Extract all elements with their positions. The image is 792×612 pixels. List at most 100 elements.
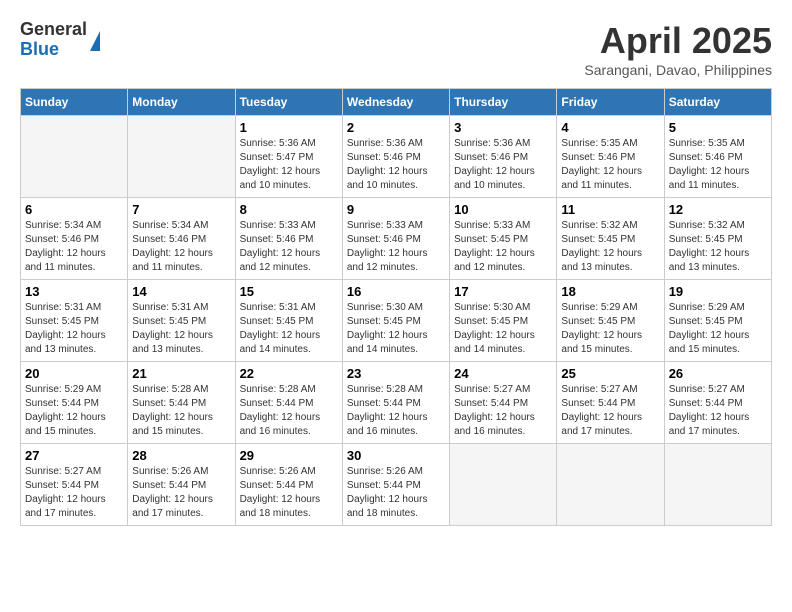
logo: General Blue <box>20 20 100 60</box>
calendar-day-header: Friday <box>557 89 664 116</box>
calendar-day-header: Saturday <box>664 89 771 116</box>
day-number: 30 <box>347 448 445 463</box>
day-number: 21 <box>132 366 230 381</box>
logo-triangle-icon <box>90 31 100 51</box>
day-number: 24 <box>454 366 552 381</box>
day-number: 16 <box>347 284 445 299</box>
calendar-cell: 15 Sunrise: 5:31 AM Sunset: 5:45 PM Dayli… <box>235 280 342 362</box>
day-info: Sunrise: 5:33 AM Sunset: 5:45 PM Dayligh… <box>454 219 552 275</box>
day-number: 2 <box>347 120 445 135</box>
day-number: 28 <box>132 448 230 463</box>
day-info: Sunrise: 5:36 AM Sunset: 5:46 PM Dayligh… <box>454 137 552 193</box>
calendar-cell: 29 Sunrise: 5:26 AM Sunset: 5:44 PM Dayli… <box>235 444 342 526</box>
page-header: General Blue April 2025 Sarangani, Davao… <box>20 20 772 78</box>
calendar-cell: 1 Sunrise: 5:36 AM Sunset: 5:47 PM Daylig… <box>235 116 342 198</box>
day-info: Sunrise: 5:29 AM Sunset: 5:45 PM Dayligh… <box>561 301 659 357</box>
day-number: 25 <box>561 366 659 381</box>
calendar-cell: 28 Sunrise: 5:26 AM Sunset: 5:44 PM Dayli… <box>128 444 235 526</box>
day-info: Sunrise: 5:28 AM Sunset: 5:44 PM Dayligh… <box>240 383 338 439</box>
day-number: 1 <box>240 120 338 135</box>
calendar-cell: 21 Sunrise: 5:28 AM Sunset: 5:44 PM Dayli… <box>128 362 235 444</box>
day-number: 22 <box>240 366 338 381</box>
day-number: 7 <box>132 202 230 217</box>
calendar-cell: 17 Sunrise: 5:30 AM Sunset: 5:45 PM Dayli… <box>450 280 557 362</box>
day-number: 15 <box>240 284 338 299</box>
day-info: Sunrise: 5:31 AM Sunset: 5:45 PM Dayligh… <box>132 301 230 357</box>
day-info: Sunrise: 5:32 AM Sunset: 5:45 PM Dayligh… <box>669 219 767 275</box>
calendar-week-row: 13Sunrise: 5:31 AM Sunset: 5:45 PM Dayli… <box>21 280 772 362</box>
calendar-cell: 20 Sunrise: 5:29 AM Sunset: 5:44 PM Dayli… <box>21 362 128 444</box>
calendar-table: SundayMondayTuesdayWednesdayThursdayFrid… <box>20 88 772 526</box>
calendar-week-row: 1 Sunrise: 5:36 AM Sunset: 5:47 PM Daylig… <box>21 116 772 198</box>
calendar-cell: 8 Sunrise: 5:33 AM Sunset: 5:46 PM Daylig… <box>235 198 342 280</box>
day-number: 20 <box>25 366 123 381</box>
calendar-day-header: Thursday <box>450 89 557 116</box>
day-number: 12 <box>669 202 767 217</box>
day-info: Sunrise: 5:30 AM Sunset: 5:45 PM Dayligh… <box>347 301 445 357</box>
day-number: 4 <box>561 120 659 135</box>
calendar-day-header: Monday <box>128 89 235 116</box>
calendar-day-header: Tuesday <box>235 89 342 116</box>
day-number: 27 <box>25 448 123 463</box>
day-info: Sunrise: 5:36 AM Sunset: 5:47 PM Dayligh… <box>240 137 338 193</box>
day-info: Sunrise: 5:33 AM Sunset: 5:46 PM Dayligh… <box>240 219 338 275</box>
calendar-day-header: Wednesday <box>342 89 449 116</box>
calendar-cell: 13Sunrise: 5:31 AM Sunset: 5:45 PM Dayli… <box>21 280 128 362</box>
calendar-cell: 12 Sunrise: 5:32 AM Sunset: 5:45 PM Dayli… <box>664 198 771 280</box>
calendar-cell: 23 Sunrise: 5:28 AM Sunset: 5:44 PM Dayli… <box>342 362 449 444</box>
day-info: Sunrise: 5:26 AM Sunset: 5:44 PM Dayligh… <box>132 465 230 521</box>
month-year-title: April 2025 <box>584 20 772 62</box>
calendar-cell: 11 Sunrise: 5:32 AM Sunset: 5:45 PM Dayli… <box>557 198 664 280</box>
calendar-cell: 7 Sunrise: 5:34 AM Sunset: 5:46 PM Daylig… <box>128 198 235 280</box>
calendar-day-header: Sunday <box>21 89 128 116</box>
day-info: Sunrise: 5:27 AM Sunset: 5:44 PM Dayligh… <box>454 383 552 439</box>
location-subtitle: Sarangani, Davao, Philippines <box>584 62 772 78</box>
calendar-cell: 22 Sunrise: 5:28 AM Sunset: 5:44 PM Dayli… <box>235 362 342 444</box>
day-info: Sunrise: 5:33 AM Sunset: 5:46 PM Dayligh… <box>347 219 445 275</box>
day-info: Sunrise: 5:26 AM Sunset: 5:44 PM Dayligh… <box>347 465 445 521</box>
day-info: Sunrise: 5:31 AM Sunset: 5:45 PM Dayligh… <box>25 301 123 357</box>
day-number: 8 <box>240 202 338 217</box>
calendar-cell: 16 Sunrise: 5:30 AM Sunset: 5:45 PM Dayli… <box>342 280 449 362</box>
day-info: Sunrise: 5:36 AM Sunset: 5:46 PM Dayligh… <box>347 137 445 193</box>
calendar-cell: 14 Sunrise: 5:31 AM Sunset: 5:45 PM Dayli… <box>128 280 235 362</box>
day-info: Sunrise: 5:32 AM Sunset: 5:45 PM Dayligh… <box>561 219 659 275</box>
day-number: 11 <box>561 202 659 217</box>
calendar-cell: 10Sunrise: 5:33 AM Sunset: 5:45 PM Dayli… <box>450 198 557 280</box>
day-info: Sunrise: 5:31 AM Sunset: 5:45 PM Dayligh… <box>240 301 338 357</box>
calendar-cell: 2 Sunrise: 5:36 AM Sunset: 5:46 PM Daylig… <box>342 116 449 198</box>
day-number: 18 <box>561 284 659 299</box>
day-number: 29 <box>240 448 338 463</box>
calendar-cell: 30 Sunrise: 5:26 AM Sunset: 5:44 PM Dayli… <box>342 444 449 526</box>
logo-general-text: General <box>20 20 87 40</box>
day-info: Sunrise: 5:30 AM Sunset: 5:45 PM Dayligh… <box>454 301 552 357</box>
calendar-cell: 19 Sunrise: 5:29 AM Sunset: 5:45 PM Dayli… <box>664 280 771 362</box>
day-info: Sunrise: 5:28 AM Sunset: 5:44 PM Dayligh… <box>132 383 230 439</box>
calendar-cell: 4Sunrise: 5:35 AM Sunset: 5:46 PM Daylig… <box>557 116 664 198</box>
day-info: Sunrise: 5:29 AM Sunset: 5:44 PM Dayligh… <box>25 383 123 439</box>
day-number: 17 <box>454 284 552 299</box>
day-info: Sunrise: 5:35 AM Sunset: 5:46 PM Dayligh… <box>669 137 767 193</box>
calendar-cell: 25Sunrise: 5:27 AM Sunset: 5:44 PM Dayli… <box>557 362 664 444</box>
day-number: 23 <box>347 366 445 381</box>
day-info: Sunrise: 5:28 AM Sunset: 5:44 PM Dayligh… <box>347 383 445 439</box>
day-number: 14 <box>132 284 230 299</box>
calendar-cell: 24 Sunrise: 5:27 AM Sunset: 5:44 PM Dayli… <box>450 362 557 444</box>
day-number: 26 <box>669 366 767 381</box>
day-number: 6 <box>25 202 123 217</box>
calendar-week-row: 6 Sunrise: 5:34 AM Sunset: 5:46 PM Daylig… <box>21 198 772 280</box>
day-number: 5 <box>669 120 767 135</box>
calendar-cell <box>128 116 235 198</box>
day-number: 19 <box>669 284 767 299</box>
calendar-cell: 3Sunrise: 5:36 AM Sunset: 5:46 PM Daylig… <box>450 116 557 198</box>
day-info: Sunrise: 5:34 AM Sunset: 5:46 PM Dayligh… <box>132 219 230 275</box>
calendar-cell <box>557 444 664 526</box>
day-info: Sunrise: 5:26 AM Sunset: 5:44 PM Dayligh… <box>240 465 338 521</box>
day-info: Sunrise: 5:34 AM Sunset: 5:46 PM Dayligh… <box>25 219 123 275</box>
calendar-cell <box>664 444 771 526</box>
calendar-cell: 18 Sunrise: 5:29 AM Sunset: 5:45 PM Dayli… <box>557 280 664 362</box>
calendar-cell <box>21 116 128 198</box>
day-info: Sunrise: 5:29 AM Sunset: 5:45 PM Dayligh… <box>669 301 767 357</box>
calendar-cell: 5 Sunrise: 5:35 AM Sunset: 5:46 PM Daylig… <box>664 116 771 198</box>
calendar-cell: 9Sunrise: 5:33 AM Sunset: 5:46 PM Daylig… <box>342 198 449 280</box>
